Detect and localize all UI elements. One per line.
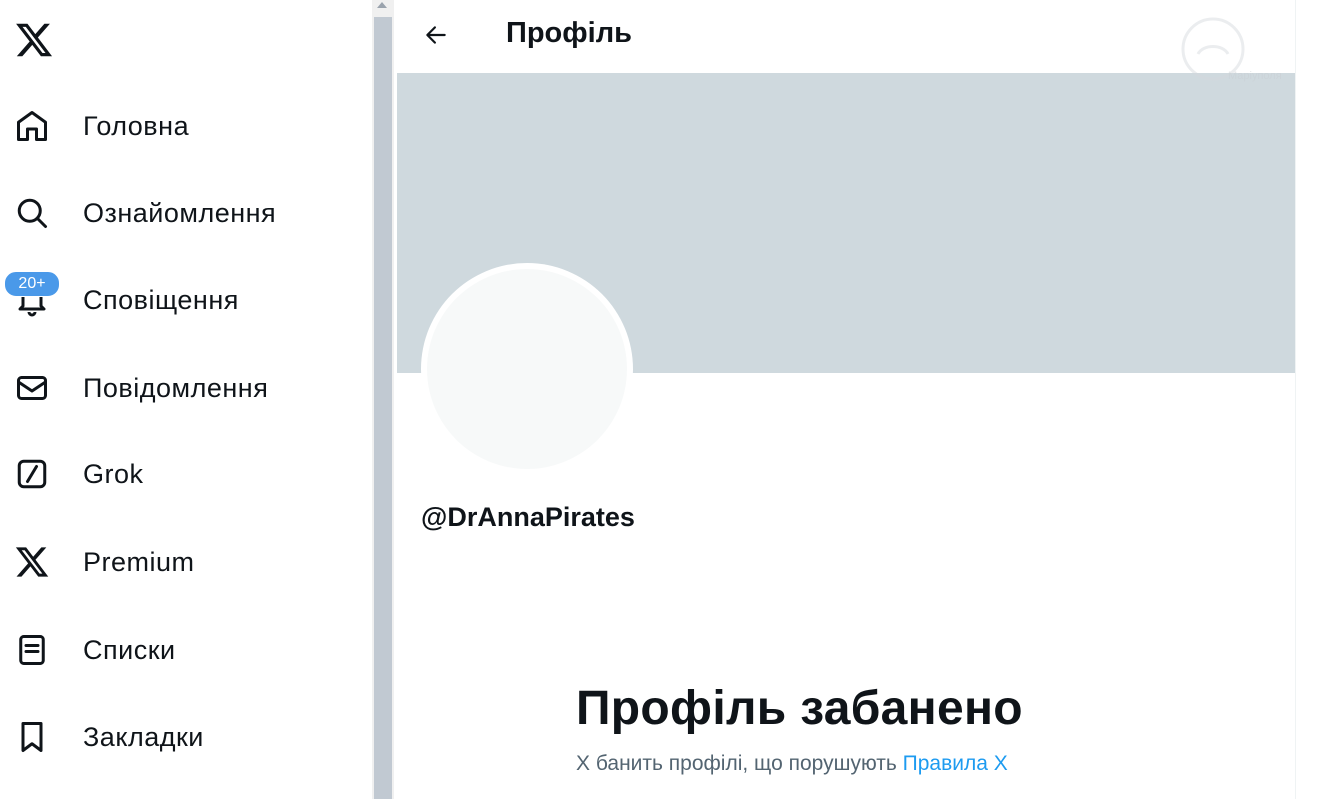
sidebar-item-label: Premium	[83, 546, 195, 577]
scroll-up-arrow-icon[interactable]	[377, 2, 387, 8]
banned-title: Профіль забанено	[576, 682, 1023, 735]
sidebar-item-grok[interactable]: Grok	[0, 446, 360, 502]
envelope-icon	[14, 370, 50, 406]
sidebar-item-lists[interactable]: Списки	[0, 622, 360, 678]
x-logo-icon[interactable]	[14, 20, 54, 60]
rules-link[interactable]: Правила X	[903, 752, 1008, 775]
bookmark-icon	[14, 719, 50, 755]
sidebar-item-messages[interactable]: Повідомлення	[0, 360, 360, 416]
avatar[interactable]	[421, 263, 633, 475]
sidebar-item-bookmarks[interactable]: Закладки	[0, 709, 360, 765]
sidebar-item-label: Повідомлення	[83, 372, 269, 403]
watermark-text: Маріуполя	[1228, 70, 1282, 82]
page-title: Профіль	[506, 17, 632, 49]
arrow-left-icon	[426, 26, 446, 44]
main-column: Профіль @DrAnnaPirates Профіль забанено …	[397, 0, 1296, 799]
watermark-logo-icon: Маріуполя	[1178, 14, 1328, 84]
back-button[interactable]	[419, 18, 453, 52]
banned-message-text: X банить профілі, що порушують	[576, 752, 903, 775]
sidebar-item-label: Grok	[83, 458, 144, 489]
sidebar-item-home[interactable]: Головна	[0, 98, 360, 154]
sidebar-item-explore[interactable]: Ознайомлення	[0, 185, 360, 241]
scrollbar[interactable]	[372, 0, 394, 799]
list-icon	[14, 632, 50, 668]
sidebar-item-label: Сповіщення	[83, 284, 239, 315]
grok-icon	[14, 456, 50, 492]
avatar-placeholder	[427, 269, 627, 469]
profile-handle: @DrAnnaPirates	[421, 502, 635, 532]
notification-badge: 20+	[4, 271, 60, 297]
sidebar-item-label: Ознайомлення	[83, 197, 277, 228]
sidebar-item-label: Списки	[83, 634, 176, 665]
sidebar: Головна Ознайомлення Сповіщення 20+ Пові…	[0, 0, 372, 799]
sidebar-item-label: Закладки	[83, 721, 204, 752]
scroll-thumb[interactable]	[374, 17, 392, 799]
sidebar-item-premium[interactable]: Premium	[0, 534, 360, 590]
home-icon	[14, 108, 50, 144]
banned-message: X банить профілі, що порушують Правила X	[576, 752, 1008, 776]
profile-header: Профіль	[397, 0, 1295, 73]
sidebar-item-label: Головна	[83, 110, 190, 141]
x-logo-icon	[14, 544, 50, 580]
search-icon	[14, 195, 50, 231]
